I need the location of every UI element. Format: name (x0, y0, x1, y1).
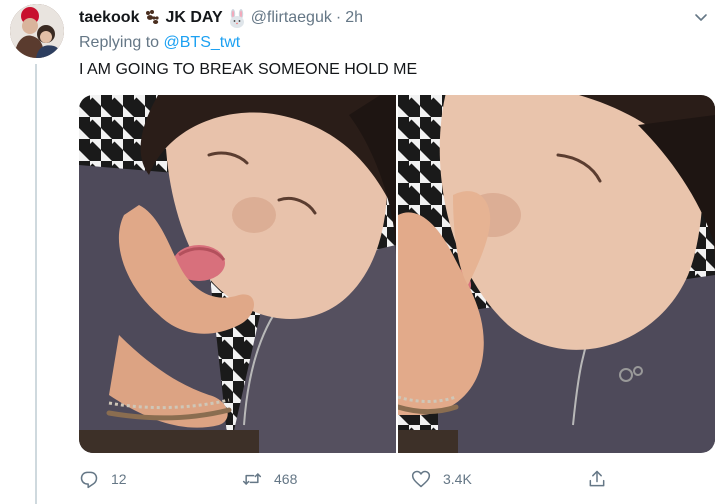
share-button[interactable] (587, 469, 619, 489)
heart-icon (411, 470, 431, 488)
like-count: 3.4K (443, 471, 472, 487)
retweet-icon (242, 473, 262, 485)
share-icon (589, 470, 605, 487)
retweet-count: 468 (274, 471, 298, 487)
display-name[interactable]: taekook (79, 9, 139, 27)
paw-prints-emoji (143, 9, 161, 27)
tweet-photo-right[interactable] (398, 95, 715, 453)
timestamp[interactable]: 2h (345, 9, 363, 27)
tweet-actions: 12 468 3.4K (79, 466, 619, 492)
tweet-photo-left[interactable] (79, 95, 396, 453)
name-suffix[interactable]: JK DAY (165, 9, 222, 27)
reply-count: 12 (111, 471, 127, 487)
reply-icon (80, 471, 98, 489)
chevron-down-icon[interactable] (693, 9, 709, 25)
tweet-media[interactable] (79, 95, 715, 453)
reply-button[interactable]: 12 (79, 469, 127, 489)
avatar[interactable] (10, 4, 64, 58)
like-button[interactable]: 3.4K (411, 469, 472, 489)
separator-dot: · (335, 9, 342, 26)
thread-line (35, 64, 37, 504)
replying-handle-link[interactable]: @BTS_twt (164, 34, 241, 51)
replying-prefix: Replying to (79, 34, 160, 51)
tweet-text: I AM GOING TO BREAK SOMEONE HOLD ME (79, 61, 418, 78)
tweet[interactable]: taekook JK DAY @flirtaeguk · 2h Replying… (0, 0, 725, 504)
replying-to: Replying to @BTS_twt (79, 34, 240, 52)
user-handle[interactable]: @flirtaeguk (251, 9, 332, 27)
tweet-header: taekook JK DAY @flirtaeguk · 2h (79, 7, 363, 29)
retweet-button[interactable]: 468 (242, 469, 297, 489)
rabbit-face-emoji (227, 9, 245, 28)
